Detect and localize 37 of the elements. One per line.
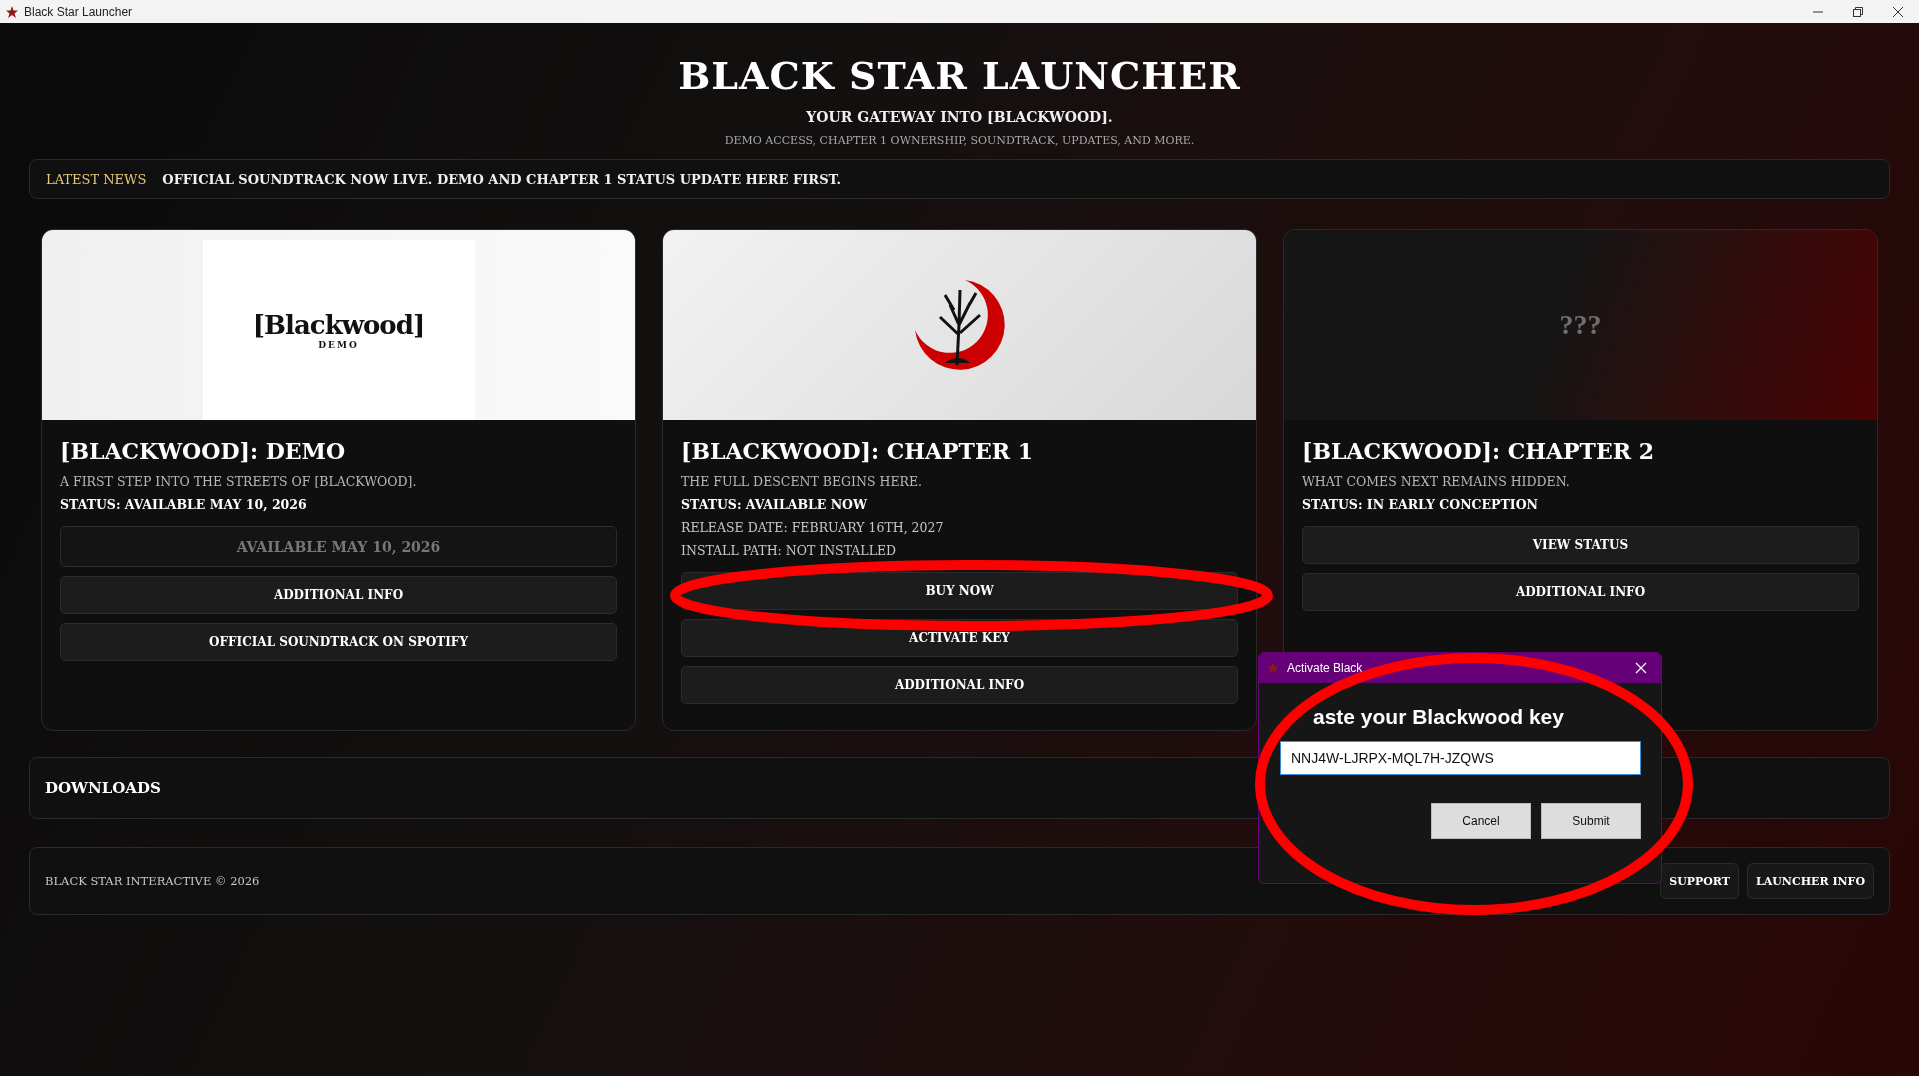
app-subtitle: YOUR GATEWAY INTO [BLACKWOOD]. — [806, 109, 1113, 125]
dialog-button[interactable]: Cancel — [1431, 803, 1531, 839]
news-label: LATEST NEWS — [46, 171, 147, 187]
card-description: WHAT COMES NEXT REMAINS HIDDEN. — [1302, 474, 1571, 489]
dialog-title: Activate Black — [1287, 661, 1363, 675]
card-button[interactable]: ADDITIONAL INFO — [1302, 573, 1859, 611]
detail-text: INSTALL PATH: NOT INSTALLED — [681, 543, 898, 558]
card-button[interactable]: VIEW STATUS — [1302, 526, 1859, 564]
card-title: [BLACKWOOD]: CHAPTER 1 — [681, 438, 1034, 464]
detail-text: RELEASE DATE: FEBRUARY 16TH, 2027 — [681, 520, 945, 535]
copyright-text: BLACK STAR INTERACTIVE © 2026 — [45, 874, 260, 888]
restore-icon[interactable] — [1853, 6, 1863, 17]
star-icon — [6, 5, 18, 18]
status-text: STATUS: AVAILABLE MAY 10, 2026 — [60, 497, 308, 512]
status-text: STATUS: IN EARLY CONCEPTION — [1302, 497, 1539, 512]
footer-button[interactable]: LAUNCHER INFO — [1747, 863, 1874, 899]
app-title: BLACK STAR LAUNCHER — [678, 53, 1241, 98]
card-description: THE FULL DESCENT BEGINS HERE. — [681, 474, 923, 489]
card-description: A FIRST STEP INTO THE STREETS OF [BLACKWOOD]. — [60, 474, 418, 489]
card-button[interactable]: ADDITIONAL INFO — [60, 576, 617, 614]
status-text: STATUS: AVAILABLE NOW — [681, 497, 868, 512]
card-button[interactable]: OFFICIAL SOUNDTRACK ON SPOTIFY — [60, 623, 617, 661]
news-text: OFFICIAL SOUNDTRACK NOW LIVE. DEMO AND CHAPTER 1 STATUS UPDATE HERE FIRST. — [162, 171, 842, 187]
key-input-field[interactable]: NNJ4W-LJRPX-MQL7H-JZQWS — [1280, 741, 1641, 775]
card-title: [BLACKWOOD]: CHAPTER 2 — [1302, 438, 1655, 464]
downloads-title: DOWNLOADS — [45, 779, 161, 797]
card-title: [BLACKWOOD]: DEMO — [60, 438, 347, 464]
cover-text: ??? — [1559, 309, 1602, 341]
dialog-heading: aste your Blackwood key — [1312, 705, 1565, 729]
logo: [Blackwood] DEMO — [202, 240, 475, 420]
close-icon[interactable] — [1893, 6, 1903, 17]
dialog-button[interactable]: Submit — [1541, 803, 1641, 839]
footer-button[interactable]: SUPPORT — [1660, 863, 1739, 899]
app-tagline: DEMO ACCESS, CHAPTER 1 OWNERSHIP, SOUNDTRACK, UPDATES, AND MORE. — [724, 134, 1195, 147]
star-icon — [1267, 662, 1279, 674]
card-button[interactable]: ADDITIONAL INFO — [681, 666, 1238, 704]
window-title: Black Star Launcher — [24, 4, 133, 19]
